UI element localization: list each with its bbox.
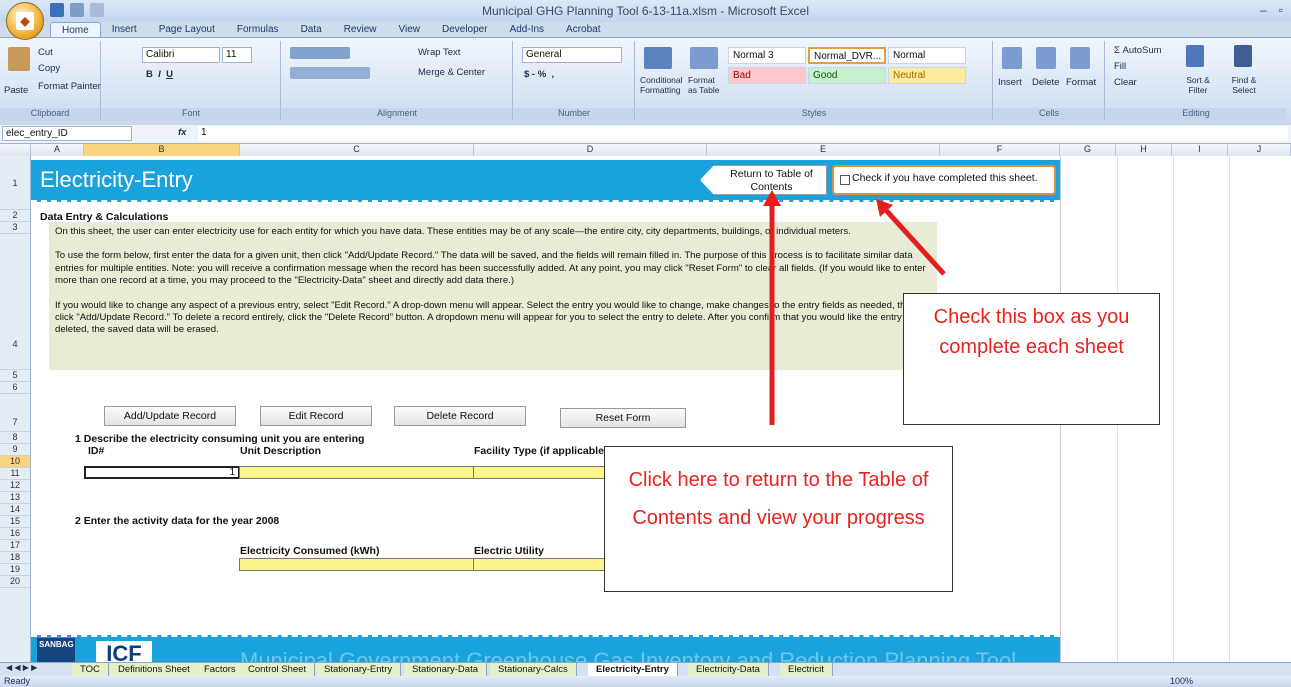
sheet-tab-electricit[interactable]: Electricit [780,663,833,676]
office-button[interactable]: ◆ [6,2,44,40]
sheet-tab-electricity-data[interactable]: Electricity-Data [688,663,769,676]
sheet-tab-stationary-data[interactable]: Stationary-Data [404,663,488,676]
sheet-tab-electricity-entry[interactable]: Electricity-Entry [588,663,678,676]
sheet-tabs-bar: ◀ ◀ ▶ ▶ TOC Definitions Sheet Factors Co… [0,662,1291,677]
status-bar: Ready 100% [0,676,1291,687]
zoom-level[interactable]: 100% [1170,676,1193,686]
sheet-tab-stationary-entry[interactable]: Stationary-Entry [316,663,402,676]
sheet-tab-stationary-calcs[interactable]: Stationary-Calcs [490,663,577,676]
sheet-tab-definitions[interactable]: Definitions Sheet [110,663,199,676]
checkbox-arrow-icon [876,199,946,276]
sheet-tab-control[interactable]: Control Sheet [240,663,316,676]
sheet-tab-toc[interactable]: TOC [72,663,109,676]
callout-arrows [763,190,946,425]
sheet-tab-factors[interactable]: Factors [196,663,245,676]
status-ready: Ready [4,676,31,686]
office-logo-icon: ◆ [16,12,34,30]
tab-scroll-icon[interactable]: ◀ ◀ ▶ ▶ [6,663,37,672]
toc-arrow-icon [763,190,781,425]
